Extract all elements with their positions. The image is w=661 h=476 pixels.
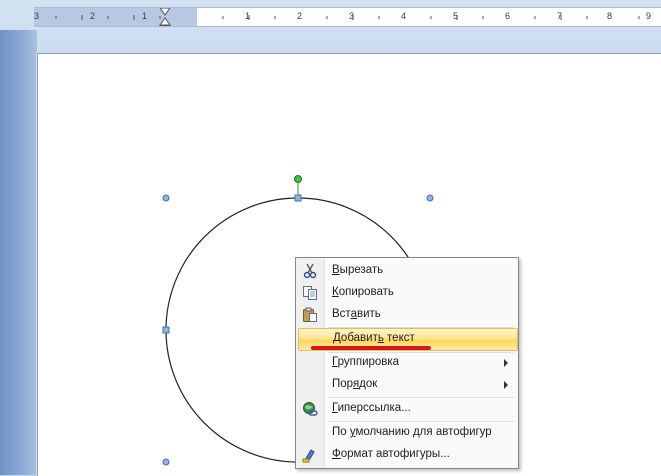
submenu-arrow-icon — [504, 359, 508, 367]
menu-item-default-autoshape[interactable]: По умолчанию для автофигур — [298, 422, 516, 444]
menu-item-format-autoshape[interactable]: Формат автофигуры... — [298, 444, 516, 466]
menu-item-label: Добавить текст — [333, 332, 415, 344]
menu-item-copy[interactable]: Копировать — [298, 282, 516, 304]
rotation-handle[interactable] — [294, 175, 302, 183]
hyperlink-globe-icon — [303, 402, 318, 416]
red-annotation-underline — [311, 346, 431, 350]
menu-item-hyperlink[interactable]: Гиперссылка... — [298, 398, 516, 420]
corner-handle-bottom-left[interactable] — [162, 458, 170, 466]
menu-item-label: Вырезать — [332, 264, 384, 276]
format-shape-icon — [302, 449, 315, 463]
menu-item-label: Порядок — [332, 378, 378, 390]
menu-item-label: Вставить — [332, 308, 381, 320]
side-handle-top[interactable] — [294, 194, 302, 202]
menu-item-label: Гиперссылка... — [332, 402, 411, 414]
menu-item-label: По умолчанию для автофигур — [332, 426, 492, 438]
scissors-icon — [303, 263, 317, 279]
menu-item-order[interactable]: Порядок — [298, 374, 516, 396]
submenu-arrow-icon — [504, 381, 508, 389]
menu-item-label: Группировка — [332, 356, 400, 368]
menu-item-label: Копировать — [332, 286, 394, 298]
context-menu[interactable]: Вырезать Копировать Вставить Добавить те… — [295, 257, 519, 469]
corner-handle-top-right[interactable] — [426, 194, 434, 202]
menu-item-cut[interactable]: Вырезать — [298, 260, 516, 282]
menu-item-paste[interactable]: Вставить — [298, 304, 516, 326]
menu-item-label: Формат автофигуры... — [332, 448, 450, 460]
menu-item-grouping[interactable]: Группировка — [298, 352, 516, 374]
paste-icon — [303, 307, 317, 322]
copy-icon — [303, 286, 317, 300]
corner-handle-top-left[interactable] — [162, 194, 170, 202]
side-handle-left[interactable] — [162, 326, 170, 334]
